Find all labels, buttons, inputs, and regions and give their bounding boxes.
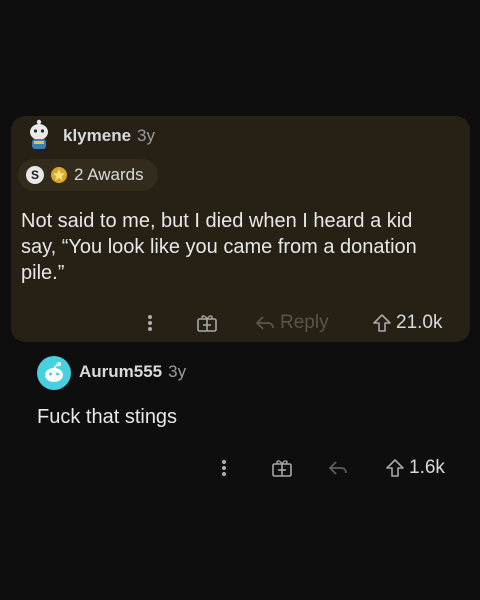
upvote-icon [386, 459, 404, 477]
comment-age: 3y [168, 362, 187, 381]
reply-icon [328, 461, 347, 475]
reply-label: Reply [280, 312, 329, 333]
more-options-button[interactable] [219, 458, 229, 478]
gift-award-icon [197, 315, 217, 332]
reply-button[interactable] [327, 458, 349, 478]
upvote-button[interactable]: 1.6k [385, 457, 445, 479]
more-options-icon [222, 460, 226, 476]
comment-age: 3y [137, 126, 156, 145]
snoo-avatar-icon [45, 362, 63, 382]
upvote-count: 21.0k [396, 312, 443, 333]
awards-count: 2 Awards [74, 165, 144, 184]
more-options-icon [148, 315, 152, 331]
user-avatar[interactable] [37, 356, 71, 390]
silver-award-icon: S [26, 166, 44, 184]
gift-award-icon [272, 460, 292, 477]
upvote-count: 1.6k [409, 457, 445, 478]
comment-author-row: klymene 3y [63, 126, 155, 146]
upvote-button[interactable]: 21.0k [372, 312, 442, 334]
comment-author-row: Aurum555 3y [79, 362, 186, 382]
give-award-button[interactable] [196, 313, 218, 333]
upvote-icon [373, 314, 391, 332]
more-options-button[interactable] [145, 313, 155, 333]
comment-body: Not said to me, but I died when I heard … [21, 210, 417, 284]
comment-username[interactable]: klymene [63, 126, 131, 146]
snoo-avatar-icon [30, 119, 48, 149]
reply-button[interactable]: Reply [254, 312, 329, 334]
reply-icon [255, 316, 274, 330]
comment-username[interactable]: Aurum555 [79, 362, 162, 382]
give-award-button[interactable] [271, 458, 293, 478]
comment-body: Fuck that stings [37, 406, 178, 428]
awards-pill[interactable]: S 2 Awards [18, 159, 158, 191]
gold-award-icon [50, 166, 68, 184]
user-avatar[interactable] [23, 118, 55, 152]
